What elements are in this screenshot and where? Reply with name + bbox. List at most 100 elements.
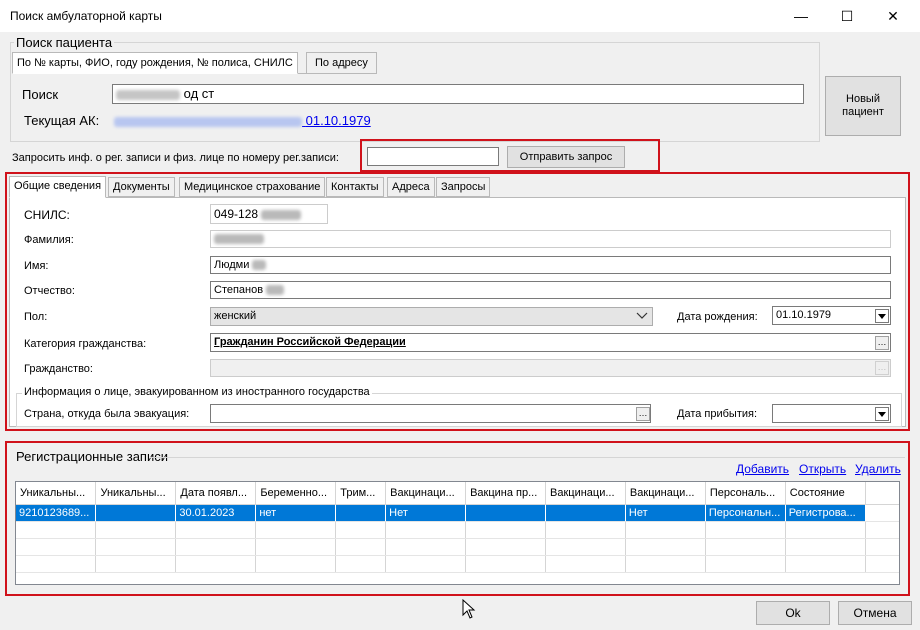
registrations-title-line <box>150 457 905 458</box>
tab-requests[interactable]: Запросы <box>436 177 491 197</box>
cancel-button[interactable]: Отмена <box>838 601 912 625</box>
birthdate-dropdown-icon[interactable] <box>875 309 889 323</box>
evacuation-country-ellipsis-icon[interactable]: … <box>636 407 650 421</box>
chevron-down-icon <box>636 312 648 319</box>
patronymic-label: Отчество: <box>24 285 75 297</box>
blurred-search-text <box>116 89 180 100</box>
name-value: Людми <box>214 259 250 271</box>
citizenship-input[interactable] <box>210 359 891 377</box>
citizenship-category-ellipsis-icon[interactable]: … <box>875 336 889 350</box>
empty-row <box>16 555 899 573</box>
blurred-patronymic <box>266 285 285 296</box>
patient-search-title: Поиск пациента <box>14 35 115 50</box>
birthdate-label: Дата рождения: <box>677 311 758 323</box>
citizenship-category-value: Гражданин Российской Федерации <box>214 336 406 348</box>
ok-button[interactable]: Ok <box>756 601 830 625</box>
blurred-card-name <box>114 116 302 127</box>
blurred-name <box>252 260 267 271</box>
table-cell: Нет <box>385 504 467 522</box>
tab-general[interactable]: Общие сведения <box>9 176 107 198</box>
registrations-title: Регистрационные записи <box>16 449 168 464</box>
snils-label: СНИЛС: <box>24 208 70 222</box>
column-header[interactable]: Вакцинаци... <box>545 482 626 505</box>
surname-input[interactable] <box>210 230 891 248</box>
tab-insurance[interactable]: Медицинское страхование <box>179 177 326 197</box>
table-cell: 30.01.2023 <box>175 504 257 522</box>
table-cell: Нет <box>625 504 706 522</box>
tab-search-by-address[interactable]: По адресу <box>306 52 377 74</box>
table-cell <box>465 504 547 522</box>
arrival-date-picker[interactable] <box>772 404 891 423</box>
column-header[interactable]: Трим... <box>335 482 387 505</box>
column-header[interactable]: Состояние <box>785 482 866 505</box>
patronymic-input[interactable]: Степанов <box>210 281 891 299</box>
current-card-label: Текущая АК: <box>24 113 100 128</box>
citizenship-ellipsis-icon[interactable]: … <box>875 361 889 375</box>
send-request-button[interactable]: Отправить запрос <box>507 146 625 168</box>
citizenship-category-label: Категория гражданства: <box>24 338 147 350</box>
table-cell: Регистрова... <box>785 504 866 522</box>
tab-contacts[interactable]: Контакты <box>326 177 384 197</box>
tab-addresses[interactable]: Адреса <box>387 177 435 197</box>
evacuation-country-label: Страна, откуда была эвакуация: <box>24 408 190 420</box>
snils-value: 049-128 <box>214 207 259 221</box>
evacuation-group-title: Информация о лице, эвакуированном из ино… <box>22 386 372 398</box>
request-label: Запросить инф. о рег. записи и физ. лице… <box>12 152 339 164</box>
evacuation-country-input[interactable] <box>210 404 651 423</box>
tab-documents[interactable]: Документы <box>108 177 175 197</box>
current-card-link[interactable]: 01.10.1979 <box>114 113 371 128</box>
window-title: Поиск амбулаторной карты <box>10 9 162 23</box>
search-label: Поиск <box>22 87 59 102</box>
column-header[interactable]: Вакцина пр... <box>465 482 547 505</box>
empty-row <box>16 521 899 539</box>
add-link[interactable]: Добавить <box>736 462 789 476</box>
column-header[interactable]: Уникальны... <box>16 482 97 505</box>
column-header-filler <box>865 482 899 505</box>
empty-row <box>16 538 899 556</box>
registrations-table-container: Уникальны... Уникальны... Дата появл... … <box>15 481 900 585</box>
arrival-date-label: Дата прибытия: <box>677 408 758 420</box>
current-card-date: 01.10.1979 <box>305 113 371 128</box>
birthdate-value: 01.10.1979 <box>776 309 832 321</box>
table-row[interactable]: 9210123689... 30.01.2023 нет Нет Нет Пер… <box>16 504 899 522</box>
snils-input[interactable]: 049-128 <box>210 204 328 224</box>
citizenship-label: Гражданство: <box>24 363 93 375</box>
registrations-table: Уникальны... Уникальны... Дата появл... … <box>16 482 899 573</box>
tab-search-by-card[interactable]: По № карты, ФИО, году рождения, № полиса… <box>12 52 298 74</box>
name-input[interactable]: Людми <box>210 256 891 274</box>
close-icon[interactable]: ✕ <box>870 0 916 32</box>
surname-label: Фамилия: <box>24 234 74 246</box>
search-input[interactable]: од ст <box>112 84 804 104</box>
birthdate-picker[interactable]: 01.10.1979 <box>772 306 891 325</box>
new-patient-button[interactable]: Новый пациент <box>825 76 901 136</box>
table-cell: нет <box>255 504 337 522</box>
column-header[interactable]: Беременно... <box>255 482 337 505</box>
column-header[interactable]: Дата появл... <box>175 482 257 505</box>
table-header-row: Уникальны... Уникальны... Дата появл... … <box>16 482 899 505</box>
citizenship-category-input[interactable]: Гражданин Российской Федерации <box>210 333 891 352</box>
patronymic-value: Степанов <box>214 284 264 296</box>
sex-select[interactable]: женский <box>210 307 653 326</box>
column-header[interactable]: Вакцинаци... <box>385 482 467 505</box>
delete-link[interactable]: Удалить <box>855 462 901 476</box>
table-cell-filler <box>865 504 899 522</box>
name-label: Имя: <box>24 260 49 272</box>
maximize-icon[interactable]: ☐ <box>824 0 870 32</box>
table-cell: Персональн... <box>705 504 786 522</box>
blurred-snils <box>261 209 302 220</box>
search-input-value: од ст <box>183 86 215 101</box>
title-bar: Поиск амбулаторной карты — ☐ ✕ <box>0 0 920 32</box>
open-link[interactable]: Открыть <box>799 462 846 476</box>
arrival-date-dropdown-icon[interactable] <box>875 407 889 421</box>
blurred-surname <box>214 234 264 245</box>
sex-label: Пол: <box>24 311 48 323</box>
table-cell <box>335 504 387 522</box>
registration-number-input[interactable] <box>367 147 499 166</box>
minimize-icon[interactable]: — <box>778 0 824 32</box>
column-header[interactable]: Уникальны... <box>95 482 177 505</box>
mouse-cursor-icon <box>462 599 476 619</box>
column-header[interactable]: Вакцинаци... <box>625 482 706 505</box>
sex-value: женский <box>214 310 257 322</box>
table-cell <box>545 504 626 522</box>
column-header[interactable]: Персональ... <box>705 482 786 505</box>
